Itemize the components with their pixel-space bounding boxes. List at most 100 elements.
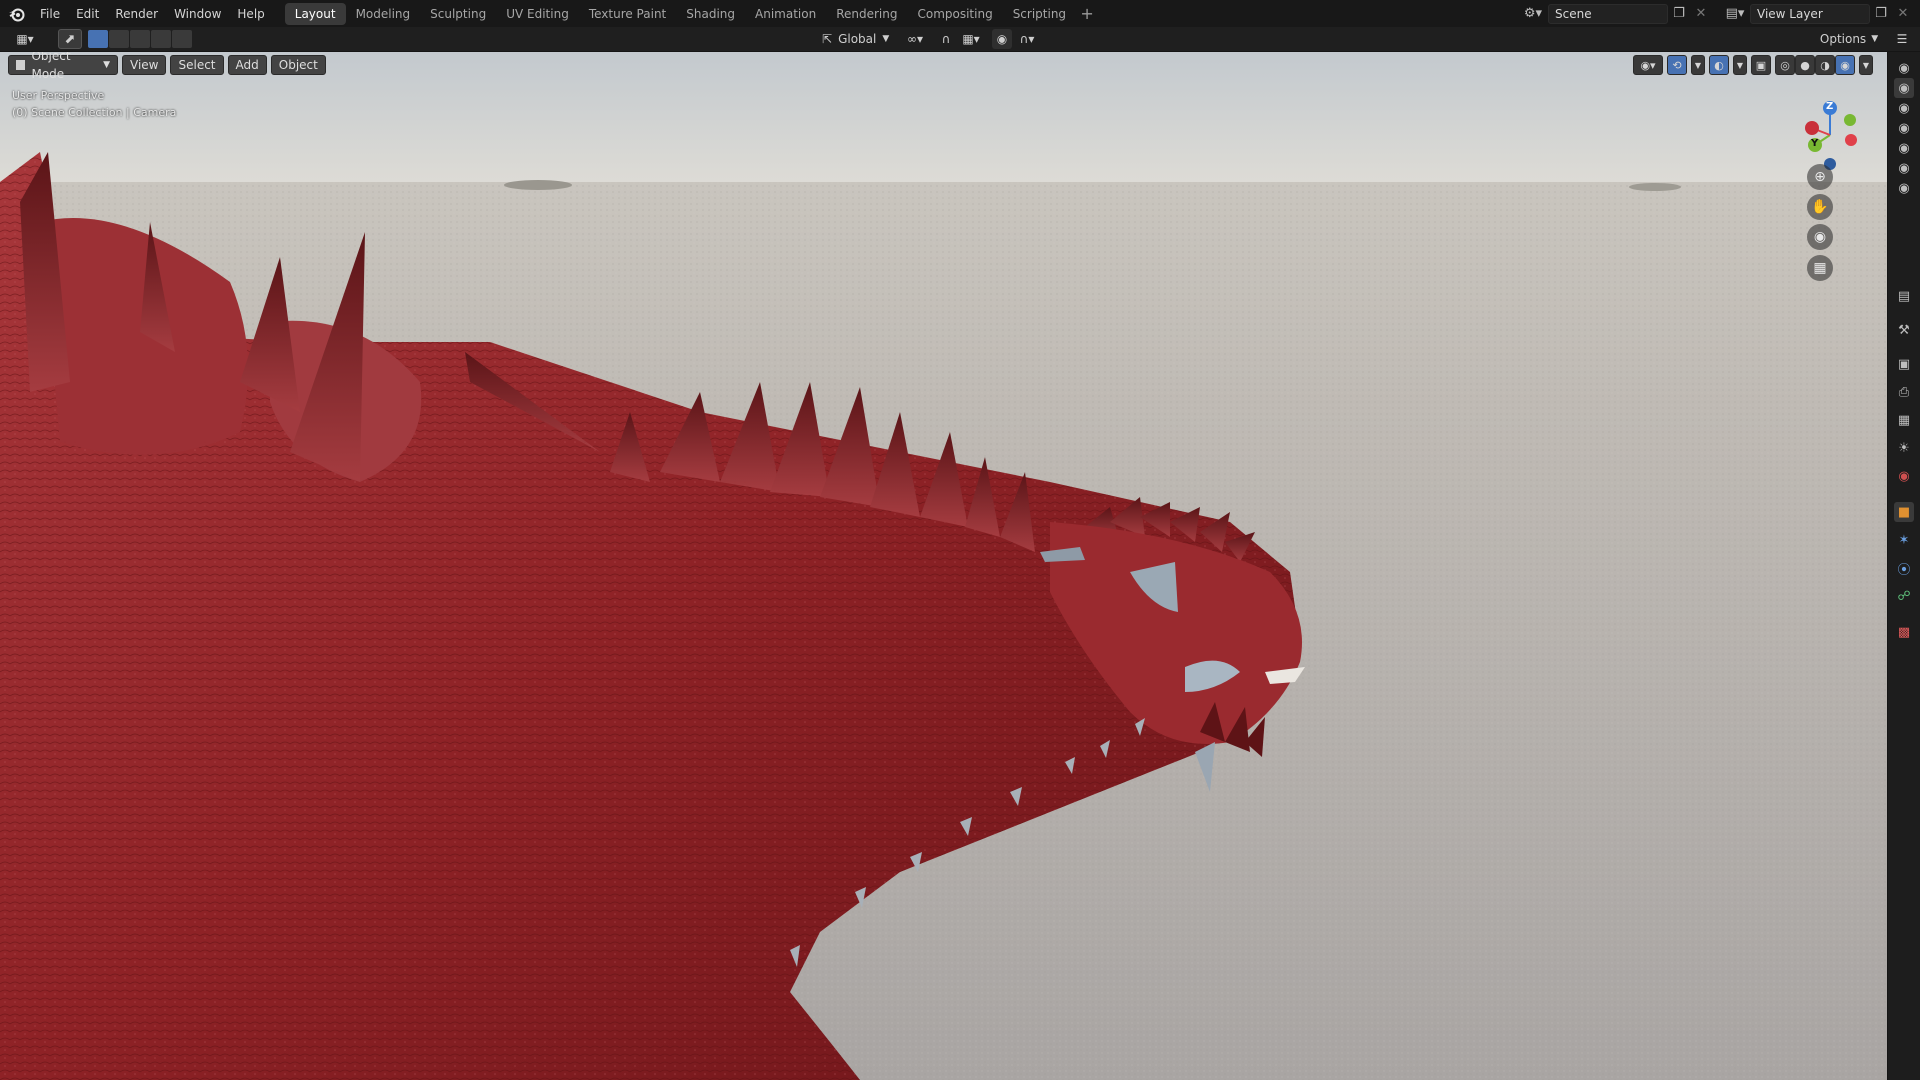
3d-viewport[interactable]: Object Mode ▼ View Select Add Object Use… bbox=[0, 52, 1887, 1080]
view-layer-field[interactable]: View Layer bbox=[1750, 3, 1870, 24]
wireframe-icon: ◎ bbox=[1780, 58, 1790, 72]
orientation-axis-icon: ⇱ bbox=[822, 32, 833, 46]
menu-file[interactable]: File bbox=[32, 3, 68, 25]
visibility-dropdown[interactable]: ◉▾ bbox=[1633, 55, 1663, 75]
rendered-shading[interactable]: ◉ bbox=[1835, 55, 1855, 75]
viewport-shading-tools: ◉▾ ⟲ ▼ ◐ ▼ ▣ ◎ ● ◑ ◉ ▼ bbox=[1629, 55, 1873, 75]
menu-edit[interactable]: Edit bbox=[68, 3, 107, 25]
ortho-toggle-button[interactable]: ▦ bbox=[1807, 255, 1833, 281]
zoom-view-button[interactable]: ⊕ bbox=[1807, 164, 1833, 190]
scene-name-field[interactable]: Scene bbox=[1548, 3, 1668, 24]
constraints-properties-icon[interactable]: ☍ bbox=[1894, 586, 1914, 606]
modifier-properties-icon[interactable]: ✶ bbox=[1894, 530, 1914, 550]
top-bar: File Edit Render Window Help Layout Mode… bbox=[0, 0, 1920, 27]
camera-view-button[interactable]: ◉ bbox=[1807, 224, 1833, 250]
workspace-tabs: Layout Modeling Sculpting UV Editing Tex… bbox=[284, 0, 1098, 27]
render-layer-icon-5[interactable]: ◉ bbox=[1894, 138, 1914, 158]
properties-editor-icon[interactable]: ▤ bbox=[1894, 286, 1914, 306]
scene-name: Scene bbox=[1555, 6, 1592, 21]
view-layer-selector-icon[interactable]: ▤▾ bbox=[1720, 3, 1750, 25]
add-workspace-button[interactable]: + bbox=[1076, 3, 1098, 25]
tab-sculpting[interactable]: Sculpting bbox=[420, 3, 496, 25]
snap-target-dropdown[interactable]: ▦▾ bbox=[956, 29, 986, 49]
render-layer-icon-6[interactable]: ◉ bbox=[1894, 158, 1914, 178]
falloff-dropdown[interactable]: ∩▾ bbox=[1014, 29, 1040, 49]
overlays-dropdown[interactable]: ▼ bbox=[1733, 55, 1747, 75]
blender-logo-icon[interactable] bbox=[2, 0, 32, 27]
chevron-down-icon: ▼ bbox=[882, 34, 890, 44]
editor-type-button[interactable]: ▦▾ bbox=[8, 29, 42, 49]
navigation-gizmo[interactable]: Z Y bbox=[1795, 90, 1865, 170]
orientation-dropdown[interactable]: ⇱ Global ▼ bbox=[818, 29, 894, 49]
scene-selector-icon[interactable]: ⚙▾ bbox=[1518, 3, 1548, 25]
viewport-header: Object Mode ▼ View Select Add Object bbox=[8, 52, 330, 81]
render-layer-icon-1[interactable]: ◉ bbox=[1894, 58, 1914, 78]
pivot-point-dropdown[interactable]: ∞▾ bbox=[900, 29, 930, 49]
sidebar-toggle[interactable]: ☰ bbox=[1890, 29, 1914, 49]
new-view-layer-icon[interactable]: ❐ bbox=[1870, 3, 1892, 25]
object-properties-icon[interactable]: ■ bbox=[1894, 502, 1914, 522]
zoom-icon: ⊕ bbox=[1814, 169, 1826, 185]
select-new-icon[interactable] bbox=[88, 30, 108, 48]
new-scene-icon[interactable]: ❐ bbox=[1668, 3, 1690, 25]
material-shading[interactable]: ◑ bbox=[1815, 55, 1835, 75]
magnet-icon: ∩ bbox=[941, 32, 951, 46]
render-layer-icon-7[interactable]: ◉ bbox=[1894, 178, 1914, 198]
scene-viewlayer-area: ⚙▾ Scene ❐ ✕ ▤▾ View Layer ❐ ✕ bbox=[1518, 0, 1920, 27]
select-menu[interactable]: Select bbox=[170, 55, 224, 75]
tab-rendering[interactable]: Rendering bbox=[826, 3, 907, 25]
collection-label: (0) Scene Collection | Camera bbox=[12, 106, 177, 119]
object-menu[interactable]: Object bbox=[270, 55, 326, 75]
tool-settings-icon[interactable]: ⚒ bbox=[1894, 320, 1914, 340]
select-extend-icon[interactable] bbox=[109, 30, 129, 48]
tab-scripting[interactable]: Scripting bbox=[1003, 3, 1076, 25]
options-dropdown[interactable]: Options ▼ bbox=[1818, 29, 1880, 49]
tab-uv-editing[interactable]: UV Editing bbox=[496, 3, 579, 25]
viewport-info-overlay: User Perspective (0) Scene Collection | … bbox=[12, 87, 176, 121]
xray-toggle[interactable]: ▣ bbox=[1751, 55, 1771, 75]
render-layer-icon-3[interactable]: ◉ bbox=[1894, 98, 1914, 118]
physics-properties-icon[interactable]: ⦿ bbox=[1894, 558, 1914, 578]
world-properties-icon[interactable]: ◉ bbox=[1894, 466, 1914, 486]
tab-layout[interactable]: Layout bbox=[284, 2, 346, 25]
snap-toggle[interactable]: ∩ bbox=[936, 29, 956, 49]
render-layer-icon-2[interactable]: ◉ bbox=[1894, 78, 1914, 98]
gizmo-toggle[interactable]: ⟲ bbox=[1667, 55, 1687, 75]
menu-window[interactable]: Window bbox=[166, 3, 229, 25]
shading-dropdown[interactable]: ▼ bbox=[1859, 55, 1873, 75]
select-tool-button[interactable]: ⬈ bbox=[58, 29, 82, 49]
render-properties-icon[interactable]: ▣ bbox=[1894, 354, 1914, 374]
selection-mode-group bbox=[88, 30, 193, 48]
select-subtract-icon[interactable] bbox=[130, 30, 150, 48]
view-layer-properties-icon[interactable]: ▦ bbox=[1894, 410, 1914, 430]
output-properties-icon[interactable]: ⎙ bbox=[1894, 382, 1914, 402]
overlays-icon: ◐ bbox=[1714, 58, 1724, 72]
cursor-arrow-icon: ⬈ bbox=[64, 31, 76, 47]
solid-shading[interactable]: ● bbox=[1795, 55, 1815, 75]
proportional-edit-toggle[interactable]: ◉ bbox=[992, 29, 1012, 49]
tab-texture-paint[interactable]: Texture Paint bbox=[579, 3, 676, 25]
menu-help[interactable]: Help bbox=[229, 3, 272, 25]
delete-scene-icon[interactable]: ✕ bbox=[1690, 3, 1712, 25]
tab-modeling[interactable]: Modeling bbox=[346, 3, 421, 25]
delete-view-layer-icon[interactable]: ✕ bbox=[1892, 3, 1914, 25]
add-menu[interactable]: Add bbox=[227, 55, 267, 75]
menu-render[interactable]: Render bbox=[107, 3, 166, 25]
wireframe-shading[interactable]: ◎ bbox=[1775, 55, 1795, 75]
tab-compositing[interactable]: Compositing bbox=[907, 3, 1002, 25]
view-menu[interactable]: View bbox=[122, 55, 167, 75]
select-invert-icon[interactable] bbox=[151, 30, 171, 48]
tab-animation[interactable]: Animation bbox=[745, 3, 826, 25]
render-layer-icon-4[interactable]: ◉ bbox=[1894, 118, 1914, 138]
orientation-label: Global bbox=[838, 32, 877, 46]
chevron-down-icon: ▼ bbox=[1862, 60, 1870, 70]
editor-type-icon: ▦▾ bbox=[16, 32, 34, 46]
scene-properties-icon[interactable]: ☀ bbox=[1894, 438, 1914, 458]
overlays-toggle[interactable]: ◐ bbox=[1709, 55, 1729, 75]
select-intersect-icon[interactable] bbox=[172, 30, 192, 48]
tab-shading[interactable]: Shading bbox=[676, 3, 745, 25]
pan-view-button[interactable]: ✋ bbox=[1807, 194, 1833, 220]
gizmo-dropdown[interactable]: ▼ bbox=[1691, 55, 1705, 75]
texture-properties-icon[interactable]: ▩ bbox=[1894, 622, 1914, 642]
object-mode-dropdown[interactable]: Object Mode ▼ bbox=[8, 52, 118, 81]
